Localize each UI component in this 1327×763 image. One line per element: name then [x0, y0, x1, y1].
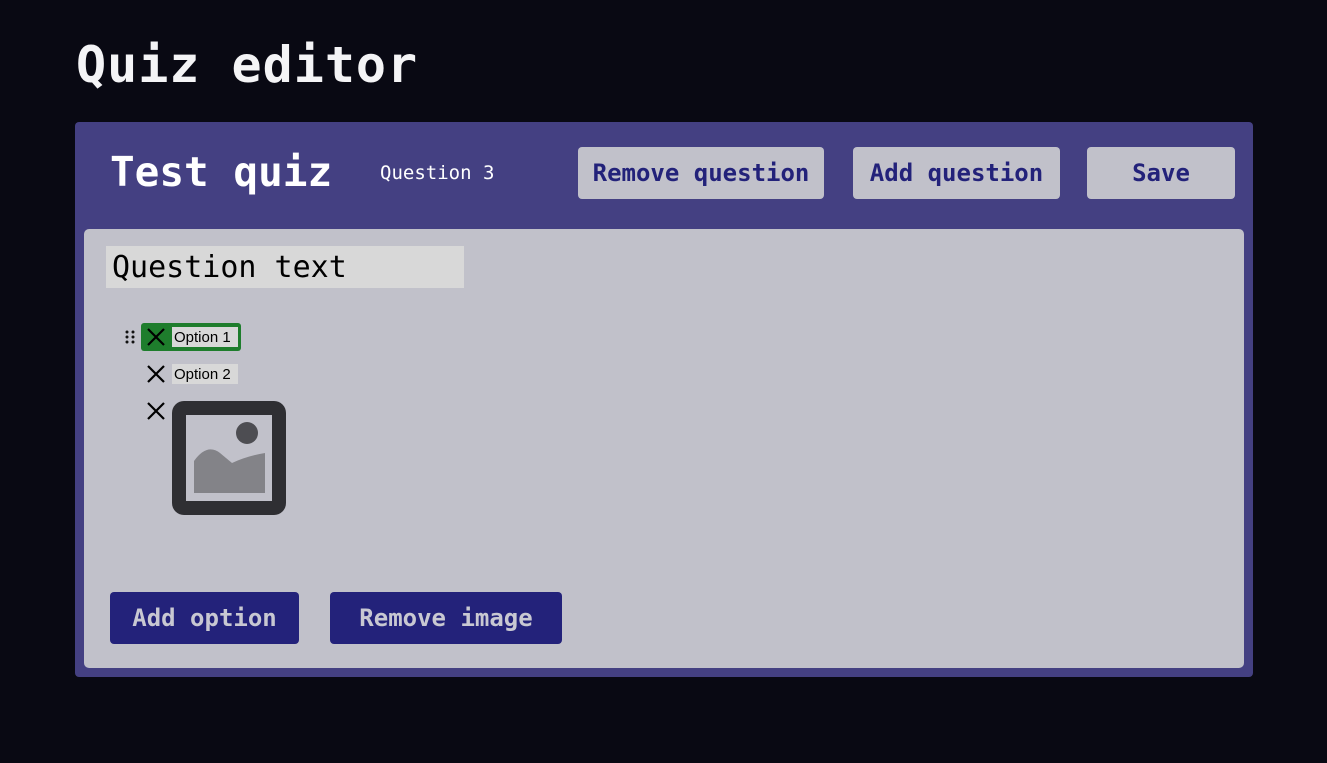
remove-image-button[interactable]: Remove image [330, 592, 562, 644]
quiz-title: Test quiz [110, 148, 333, 196]
quiz-panel: Test quiz Question 3 Remove question Add… [75, 122, 1253, 677]
question-editor: Add option Remove image [84, 229, 1244, 668]
image-placeholder-icon[interactable] [172, 401, 286, 515]
drag-handle-icon[interactable] [125, 330, 135, 344]
remove-question-button[interactable]: Remove question [578, 147, 824, 199]
question-indicator: Question 3 [380, 162, 495, 184]
page-title: Quiz editor [76, 36, 419, 94]
remove-option-icon[interactable] [145, 400, 167, 422]
add-question-button[interactable]: Add question [853, 147, 1060, 199]
remove-option-icon[interactable] [145, 363, 167, 385]
question-text-input[interactable] [106, 246, 464, 288]
option-input[interactable] [172, 364, 238, 384]
option-row-correct[interactable] [141, 323, 241, 351]
add-option-button[interactable]: Add option [110, 592, 299, 644]
option-input[interactable] [172, 327, 238, 347]
remove-option-icon[interactable] [145, 326, 167, 348]
option-row[interactable] [145, 361, 238, 387]
save-button[interactable]: Save [1087, 147, 1235, 199]
